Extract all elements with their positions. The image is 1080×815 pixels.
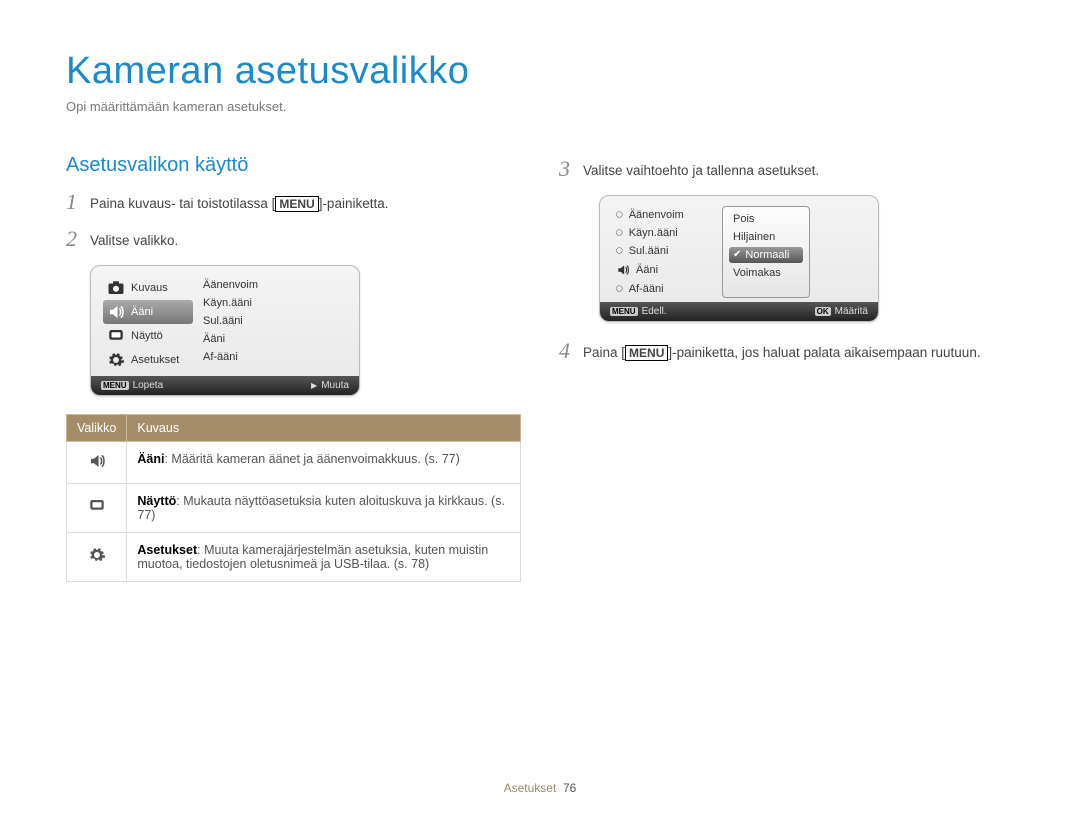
- option-item: ◯Äänenvoim: [612, 206, 722, 224]
- footer-set: OKMääritä: [815, 306, 868, 317]
- submenu-item: Af-ääni: [199, 348, 347, 366]
- camera-icon: [107, 279, 125, 297]
- menu-key: MENU: [625, 345, 668, 361]
- submenu-item: Sul.ääni: [199, 312, 347, 330]
- step-1: 1 Paina kuvaus- tai toistotilassa [MENU]…: [66, 191, 521, 214]
- value-option: Voimakas: [729, 265, 803, 281]
- check-icon: ✔: [733, 249, 741, 260]
- step-2: 2 Valitse valikko.: [66, 228, 521, 251]
- option-item: ◯Af-ääni: [612, 280, 722, 298]
- sound-icon: [616, 263, 630, 277]
- camera-screen-menu: Kuvaus Ääni Näyttö Asetukset Äänenvoim K…: [90, 265, 360, 396]
- step-text-post: ]-painiketta.: [319, 196, 389, 211]
- table-row: Asetukset: Muuta kamerajärjestelmän aset…: [67, 532, 521, 581]
- step-3: 3 Valitse vaihtoehto ja tallenna asetuks…: [559, 158, 1014, 181]
- value-option-selected: ✔Normaali: [729, 247, 803, 263]
- table-head-menu: Valikko: [67, 414, 127, 441]
- value-option: Pois: [729, 211, 803, 227]
- menu-item-asetukset: Asetukset: [103, 348, 193, 372]
- footer-exit: MENULopeta: [101, 380, 163, 391]
- gear-icon: [88, 546, 106, 564]
- step-4: 4 Paina [MENU]-painiketta, jos haluat pa…: [559, 340, 1014, 363]
- menu-item-kuvaus: Kuvaus: [103, 276, 193, 300]
- menu-description-table: Valikko Kuvaus Ääni: Määritä kameran ään…: [66, 414, 521, 582]
- table-row: Näyttö: Mukauta näyttöasetuksia kuten al…: [67, 483, 521, 532]
- step-number: 1: [66, 191, 80, 214]
- option-item: ◯Käyn.ääni: [612, 224, 722, 242]
- step-text-pre: Paina kuvaus- tai toistotilassa [: [90, 196, 275, 211]
- value-popup: Pois Hiljainen ✔Normaali Voimakas: [722, 206, 810, 298]
- step-number: 4: [559, 340, 573, 363]
- option-item: ◯Sul.ääni: [612, 242, 722, 260]
- display-icon: [107, 327, 125, 345]
- value-option: Hiljainen: [729, 229, 803, 245]
- sound-icon: [88, 452, 106, 470]
- menu-item-naytto: Näyttö: [103, 324, 193, 348]
- camera-screen-option: ◯Äänenvoim ◯Käyn.ääni ◯Sul.ääni Ääni ◯Af…: [599, 195, 879, 322]
- step-text-post: ]-painiketta, jos haluat palata aikaisem…: [668, 345, 980, 360]
- step-text-pre: Paina [: [583, 345, 625, 360]
- menu-item-aani: Ääni: [103, 300, 193, 324]
- step-text: Valitse valikko.: [90, 228, 178, 251]
- sound-icon: [107, 303, 125, 321]
- gear-icon: [107, 351, 125, 369]
- table-row: Ääni: Määritä kameran äänet ja äänenvoim…: [67, 441, 521, 483]
- submenu-item: Ääni: [199, 330, 347, 348]
- step-text: Valitse vaihtoehto ja tallenna asetukset…: [583, 158, 819, 181]
- option-item: Ääni: [612, 260, 722, 280]
- submenu-item: Äänenvoim: [199, 276, 347, 294]
- submenu-item: Käyn.ääni: [199, 294, 347, 312]
- page-title: Kameran asetusvalikko: [66, 50, 1014, 93]
- display-icon: [88, 497, 106, 515]
- step-number: 2: [66, 228, 80, 251]
- footer-back: MENUEdell.: [610, 306, 667, 317]
- page-footer: Asetukset 76: [0, 781, 1080, 795]
- footer-change: ▶Muuta: [311, 380, 349, 391]
- menu-key: MENU: [275, 196, 318, 212]
- table-head-desc: Kuvaus: [127, 414, 521, 441]
- page-subtitle: Opi määrittämään kameran asetukset.: [66, 99, 1014, 114]
- step-number: 3: [559, 158, 573, 181]
- section-heading: Asetusvalikon käyttö: [66, 154, 521, 177]
